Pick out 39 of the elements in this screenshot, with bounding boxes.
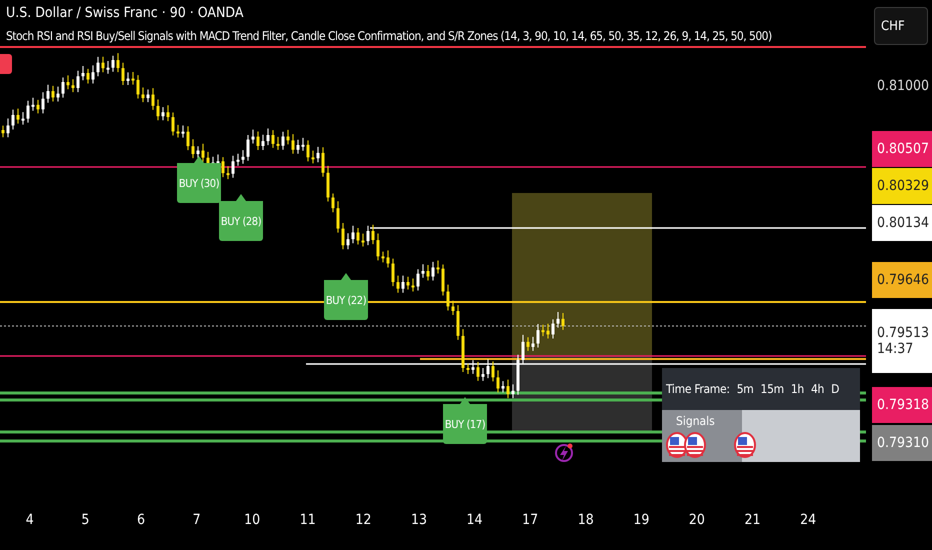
price-value: 0.79646: [877, 272, 930, 288]
price-value: 0.80134: [877, 215, 930, 231]
price-label: 0.81000: [876, 77, 930, 96]
price-value: 0.79310: [877, 435, 930, 451]
date-label: 19: [632, 512, 650, 528]
timeframe-option[interactable]: 15m: [760, 382, 784, 396]
date-label: 13: [410, 512, 428, 528]
timeframe-option[interactable]: 4h: [810, 382, 824, 396]
sell-marker: [0, 54, 12, 74]
date-label: 5: [80, 512, 90, 528]
timeframe-option[interactable]: 5m: [736, 382, 754, 396]
date-label: 7: [192, 512, 202, 528]
date-label: 6: [136, 512, 146, 528]
countdown-time: 14:37: [877, 341, 914, 357]
currency-button[interactable]: CHF: [874, 7, 928, 45]
timeframe-option[interactable]: D: [831, 382, 840, 396]
price-value: 0.80507: [877, 141, 930, 157]
date-label: 21: [744, 512, 762, 528]
lightning-icon[interactable]: [555, 444, 573, 462]
price-value: 0.80329: [877, 178, 930, 194]
date-label: 12: [354, 512, 372, 528]
date-label: 14: [466, 512, 484, 528]
date-label: 11: [298, 512, 317, 528]
buy-signal-label: BUY (28): [219, 194, 263, 241]
date-label: 4: [24, 512, 35, 528]
date-label: 18: [576, 512, 595, 528]
chart-title: U.S. Dollar / Swiss Franc · 90 · OANDA: [6, 5, 244, 21]
date-label: 10: [243, 512, 262, 528]
date-label: 24: [799, 512, 818, 528]
price-value: 0.79513: [877, 325, 930, 341]
buy-signal-label: BUY (30): [177, 156, 221, 203]
buy-signal-label: BUY (17): [443, 397, 487, 444]
buy-signal-label: BUY (22): [324, 273, 368, 320]
date-label: 17: [521, 512, 540, 528]
date-label: 20: [688, 512, 706, 528]
timeframe-option[interactable]: 1h: [790, 382, 804, 396]
timeframe-title: Time Frame:: [666, 382, 730, 396]
indicator-legend: Stoch RSI and RSI Buy/Sell Signals with MACD Trend Filter, Candle Close Confirmation, and S/R Zones (14, 3, 90, 10, 14, 65, 50, 35, 12, 26, 9, 14, 25, 50, 500): [6, 29, 772, 43]
price-value: 0.79318: [877, 397, 930, 413]
